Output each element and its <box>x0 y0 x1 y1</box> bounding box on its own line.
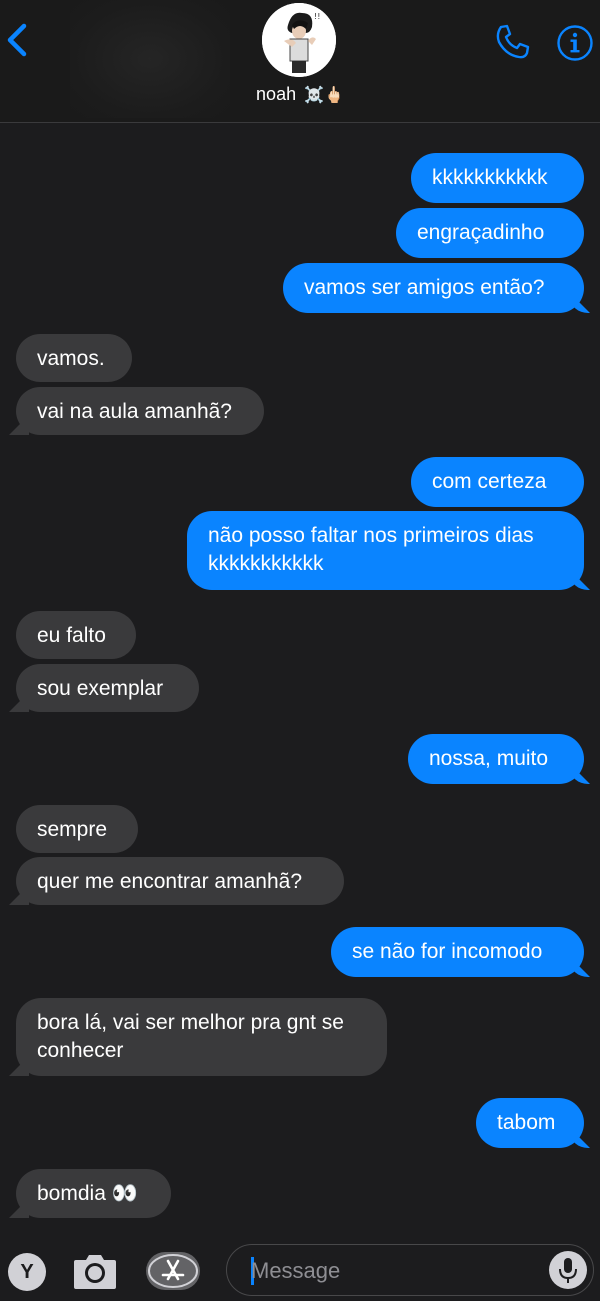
message-bubble-received[interactable]: sempre <box>16 805 138 853</box>
message-bubble-sent[interactable]: não posso faltar nos primeiros dias kkkk… <box>187 511 584 590</box>
conversation-header: !! noah ☠️🖕🏻 <box>0 0 600 123</box>
chevron-left-icon <box>7 23 27 57</box>
message-bubble-sent[interactable]: nossa, muito <box>408 734 584 784</box>
avatar-image: !! <box>262 3 336 77</box>
dictation-button[interactable] <box>549 1251 587 1289</box>
camera-button[interactable] <box>72 1250 118 1292</box>
microphone-icon <box>559 1258 577 1283</box>
message-field[interactable] <box>226 1244 594 1296</box>
message-bubble-sent[interactable]: kkkkkkkkkkk <box>411 153 584 203</box>
message-bubble-received[interactable]: vai na aula amanhã? <box>16 387 264 435</box>
message-input[interactable] <box>249 1253 543 1289</box>
message-bubble-sent[interactable]: com certeza <box>411 457 584 507</box>
app-drawer-button[interactable]: Y <box>8 1253 46 1291</box>
phone-icon <box>496 24 530 59</box>
message-bubble-received[interactable]: vamos. <box>16 334 132 382</box>
contact-name-text: noah <box>256 84 297 104</box>
camera-icon <box>74 1255 116 1289</box>
app-store-icon <box>148 1254 198 1288</box>
message-bubble-received[interactable]: bomdia 👀 <box>16 1169 171 1218</box>
app-store-button[interactable] <box>146 1252 200 1290</box>
back-button[interactable] <box>2 18 36 62</box>
message-bubble-sent[interactable]: tabom <box>476 1098 584 1148</box>
message-bubble-received[interactable]: sou exemplar <box>16 664 199 712</box>
message-bubble-received[interactable]: eu falto <box>16 611 136 659</box>
info-icon <box>557 25 593 61</box>
message-bubble-sent[interactable]: engraçadinho <box>396 208 584 258</box>
contact-emoji: ☠️🖕🏻 <box>304 85 344 104</box>
message-bubble-received[interactable]: quer me encontrar amanhã? <box>16 857 344 905</box>
message-bubble-sent[interactable]: vamos ser amigos então? <box>283 263 584 313</box>
info-button[interactable] <box>556 24 594 62</box>
message-bubble-sent[interactable]: se não for incomodo <box>331 927 584 977</box>
contact-avatar[interactable]: !! <box>262 3 336 77</box>
call-button[interactable] <box>492 22 532 62</box>
conversation-screen: !! noah ☠️🖕🏻 kkkkkkkkkkk engraçadinho va… <box>0 0 600 1301</box>
contact-name[interactable]: noah ☠️🖕🏻 <box>0 84 600 105</box>
message-bubble-received[interactable]: bora lá, vai ser melhor pra gnt se conhe… <box>16 998 387 1076</box>
svg-text:!!: !! <box>314 12 320 21</box>
